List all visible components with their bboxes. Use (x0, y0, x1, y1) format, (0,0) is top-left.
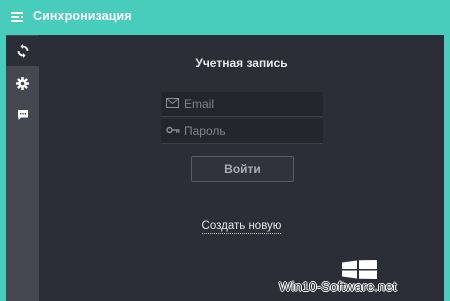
sync-window: Учетная запись Войти Создать новую (6, 35, 444, 301)
sidebar-item-sync[interactable] (6, 36, 39, 66)
password-input[interactable] (184, 119, 318, 143)
password-field[interactable] (161, 119, 323, 144)
create-account-row: Создать новую (39, 216, 444, 234)
watermark-text: Win10-Software.net (279, 279, 397, 294)
sidebar-item-messages[interactable] (6, 100, 39, 130)
create-account-link[interactable]: Создать новую (201, 220, 282, 234)
account-panel: Учетная запись Войти Создать новую (39, 35, 444, 301)
email-input[interactable] (184, 92, 318, 116)
menu-icon[interactable] (11, 11, 23, 23)
sidebar-item-settings[interactable] (6, 68, 39, 98)
envelope-icon (166, 98, 179, 108)
key-icon (166, 126, 180, 134)
sidebar (6, 35, 39, 301)
chat-icon (17, 110, 28, 120)
sync-icon (17, 44, 28, 58)
title-bar: Синхронизация (0, 0, 450, 34)
login-button[interactable]: Войти (191, 156, 294, 182)
email-field[interactable] (161, 92, 323, 117)
gear-icon (16, 76, 29, 90)
window-title: Синхронизация (33, 9, 132, 23)
account-heading: Учетная запись (195, 56, 288, 70)
windows-logo-watermark (342, 260, 377, 279)
